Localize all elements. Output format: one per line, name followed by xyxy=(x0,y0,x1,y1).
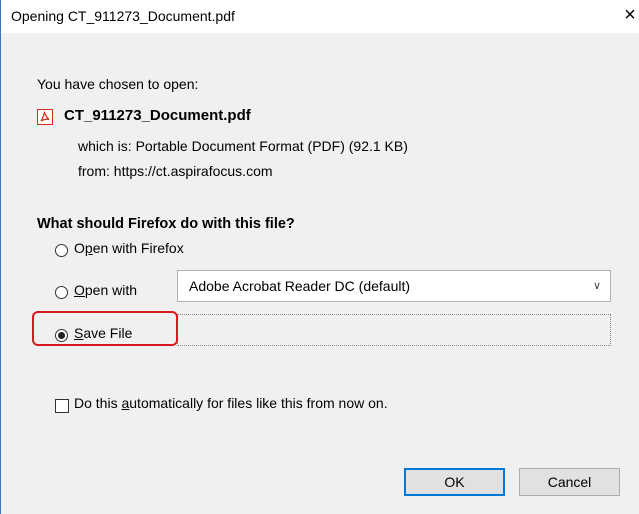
close-icon[interactable]: × xyxy=(619,0,639,33)
which-is-label: which is: xyxy=(78,138,132,154)
from-label: from: xyxy=(78,163,110,179)
download-dialog: Opening CT_911273_Document.pdf × You hav… xyxy=(0,0,639,514)
save-file-highlight xyxy=(32,311,178,346)
title-bar: Opening CT_911273_Document.pdf × xyxy=(1,0,639,33)
pdf-file-icon xyxy=(37,109,53,125)
open-with-firefox-radio[interactable] xyxy=(55,244,68,257)
ok-button[interactable]: OK xyxy=(404,468,505,496)
file-type-value: Portable Document Format (PDF) (92.1 KB) xyxy=(135,138,408,154)
dialog-body: You have chosen to open: CT_911273_Docum… xyxy=(1,33,639,514)
cancel-button[interactable]: Cancel xyxy=(519,468,620,496)
application-select[interactable]: Adobe Acrobat Reader DC (default) ∨ xyxy=(177,270,611,302)
application-select-value: Adobe Acrobat Reader DC (default) xyxy=(189,278,411,294)
save-file-focus-area xyxy=(177,314,611,346)
open-with-app-label[interactable]: Open with xyxy=(74,282,137,298)
open-with-app-radio[interactable] xyxy=(55,286,68,299)
auto-action-checkbox[interactable] xyxy=(55,399,69,413)
open-with-firefox-label[interactable]: Open with Firefox xyxy=(74,240,184,256)
action-question: What should Firefox do with this file? xyxy=(37,216,295,232)
file-name: CT_911273_Document.pdf xyxy=(64,107,251,124)
chosen-label: You have chosen to open: xyxy=(37,76,199,92)
source-line: from: https://ct.aspirafocus.com xyxy=(78,163,273,179)
chevron-down-icon: ∨ xyxy=(592,280,602,292)
file-type-line: which is: Portable Document Format (PDF)… xyxy=(78,138,408,154)
window-title: Opening CT_911273_Document.pdf xyxy=(11,8,235,24)
source-url: https://ct.aspirafocus.com xyxy=(113,163,273,179)
auto-action-label[interactable]: Do this automatically for files like thi… xyxy=(74,395,388,411)
